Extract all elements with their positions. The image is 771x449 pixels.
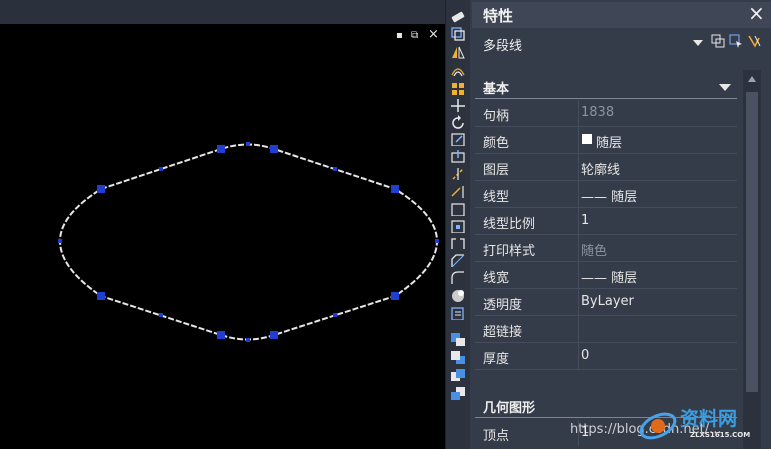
property-label: 线宽 <box>483 271 510 286</box>
collapse-icon <box>719 84 731 91</box>
property-value: 1 <box>581 213 590 228</box>
rotate-icon[interactable] <box>450 115 466 129</box>
property-value: 0 <box>581 348 590 363</box>
chamfer-icon[interactable] <box>450 253 466 267</box>
vertex-grip[interactable] <box>391 292 399 300</box>
vertex-grip[interactable] <box>217 331 225 339</box>
array-icon[interactable] <box>450 81 466 95</box>
property-label: 图层 <box>483 163 510 178</box>
property-value: —— 随层 <box>581 190 638 205</box>
property-label: 透明度 <box>483 298 523 313</box>
property-row-transparency[interactable]: 透明度 ByLayer <box>475 289 737 316</box>
object-type-select[interactable]: 多段线 <box>475 31 708 55</box>
property-row-hyperlink[interactable]: 超链接 <box>475 316 737 343</box>
property-value: 轮廓线 <box>581 163 621 178</box>
midpoint-grip[interactable] <box>159 313 163 317</box>
panel-title-bar <box>472 2 771 28</box>
property-label: 打印样式 <box>483 244 536 259</box>
properties-icon[interactable] <box>450 306 466 320</box>
join-icon[interactable] <box>450 236 466 250</box>
close-icon[interactable]: × <box>748 1 765 25</box>
fillet-icon[interactable] <box>450 270 466 284</box>
property-row-thickness[interactable]: 厚度 0 <box>475 343 737 370</box>
scroll-up-icon[interactable] <box>748 76 756 82</box>
panel-title: 特性 <box>483 7 514 25</box>
property-value: 随层 <box>596 136 623 151</box>
toggle-pickadd-icon[interactable] <box>711 34 725 48</box>
vertex-grip[interactable] <box>97 185 105 193</box>
modify-toolbar <box>445 0 471 449</box>
draworder-front-icon[interactable] <box>450 332 466 346</box>
midpoint-grip[interactable] <box>435 239 439 243</box>
property-value: ByLayer <box>581 294 634 309</box>
mirror-icon[interactable] <box>450 45 466 59</box>
midpoint-grip[interactable] <box>159 167 163 171</box>
watermark-site-cn: 资料网 <box>680 408 738 430</box>
watermark-logo-icon <box>639 412 677 440</box>
vertex-grip[interactable] <box>97 292 105 300</box>
color-swatch <box>582 134 592 144</box>
section-title-geometry: 几何图形 <box>483 401 536 416</box>
extend-icon[interactable] <box>450 184 466 198</box>
section-header-basic[interactable]: 基本 <box>475 74 737 99</box>
blend-icon[interactable] <box>450 288 466 302</box>
property-label: 超链接 <box>483 325 523 340</box>
property-row-lineweight[interactable]: 线宽 —— 随层 <box>475 262 737 289</box>
vertex-grip[interactable] <box>270 331 278 339</box>
property-row-plotstyle[interactable]: 打印样式 随色 <box>475 235 737 262</box>
scroll-thumb[interactable] <box>746 92 758 392</box>
property-label: 句柄 <box>483 109 510 124</box>
vertex-grip[interactable] <box>217 145 225 153</box>
property-row-linetype[interactable]: 线型 —— 随层 <box>475 181 737 208</box>
property-label: 颜色 <box>483 136 510 151</box>
quick-select-icon[interactable] <box>747 34 761 48</box>
midpoint-grip[interactable] <box>333 167 337 171</box>
draworder-back-icon[interactable] <box>450 350 466 364</box>
property-label: 线型 <box>483 190 510 205</box>
vertex-grip[interactable] <box>391 185 399 193</box>
midpoint-grip[interactable] <box>246 142 250 146</box>
copy-icon[interactable] <box>450 27 466 41</box>
property-row-layer[interactable]: 图层 轮廓线 <box>475 154 737 181</box>
break-icon[interactable] <box>450 202 466 216</box>
property-row-color[interactable]: 颜色 随层 <box>475 127 737 154</box>
midpoint-grip[interactable] <box>58 239 62 243</box>
draworder-above-icon[interactable] <box>450 368 466 382</box>
stretch-icon[interactable] <box>450 149 466 163</box>
offset-icon[interactable] <box>450 63 466 77</box>
property-row-handle[interactable]: 句柄 1838 <box>475 100 737 127</box>
select-objects-icon[interactable] <box>729 34 743 48</box>
scale-icon[interactable] <box>450 132 466 146</box>
midpoint-grip[interactable] <box>246 338 250 342</box>
draworder-under-icon[interactable] <box>450 386 466 400</box>
polyline-outline <box>58 143 439 341</box>
chevron-down-icon <box>693 40 703 46</box>
midpoint-grip[interactable] <box>333 313 337 317</box>
eraser-icon[interactable] <box>450 9 466 23</box>
trim-icon[interactable] <box>450 166 466 180</box>
property-value: 随色 <box>581 244 608 259</box>
property-value: 1838 <box>581 105 615 120</box>
break-at-point-icon[interactable] <box>450 219 466 233</box>
property-value: —— 随层 <box>581 271 638 286</box>
section-title-basic: 基本 <box>483 82 510 97</box>
watermark-site-en: ZLXS1615.COM <box>690 431 751 439</box>
object-type-value: 多段线 <box>483 39 523 54</box>
property-row-linetype-scale[interactable]: 线型比例 1 <box>475 208 737 235</box>
move-icon[interactable] <box>450 98 466 112</box>
property-label: 顶点 <box>483 429 510 444</box>
property-label: 厚度 <box>483 352 510 367</box>
polyline-shape[interactable] <box>0 0 445 449</box>
vertex-grip[interactable] <box>270 145 278 153</box>
property-label: 线型比例 <box>483 217 536 232</box>
